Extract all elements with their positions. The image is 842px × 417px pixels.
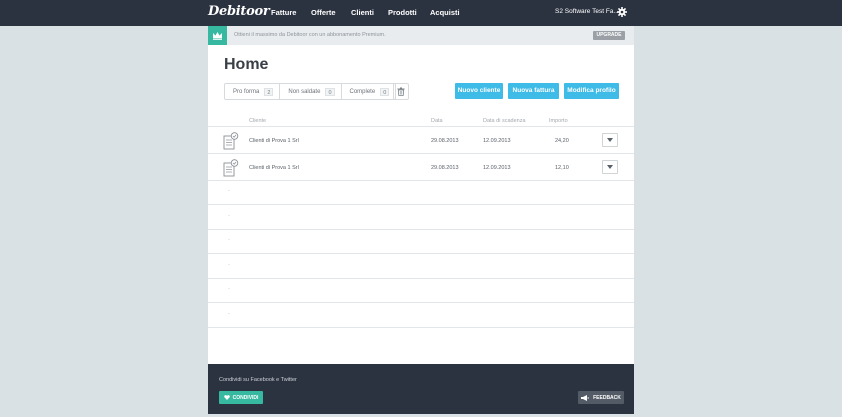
nav-item-expenses[interactable]: Acquisti: [430, 8, 460, 17]
filter-count-badge: 2: [264, 87, 274, 96]
empty-placeholder: -: [228, 188, 230, 194]
cell-customer: Clienti di Prova 1 Srl: [249, 165, 299, 171]
row-options-dropdown[interactable]: [602, 133, 618, 147]
feedback-button[interactable]: FEEDBACK: [578, 391, 624, 404]
table-header: Cliente Data Data di scadenza Importo: [208, 116, 634, 127]
nav-item-customers[interactable]: Clienti: [351, 8, 374, 17]
empty-row: -: [208, 304, 634, 328]
gear-icon[interactable]: [617, 7, 627, 17]
top-navbar: Debitoor Fatture Offerte Clienti Prodott…: [0, 0, 842, 26]
heart-icon: [223, 395, 230, 400]
megaphone-icon: [581, 394, 590, 401]
filter-label: Pro forma: [233, 88, 260, 95]
trash-button[interactable]: [393, 83, 409, 100]
crown-icon: [208, 26, 227, 45]
cell-amount: 24,20: [555, 138, 569, 144]
filter-count-badge: 0: [380, 87, 390, 96]
nav-item-invoices[interactable]: Fatture: [271, 8, 296, 17]
column-header-amount[interactable]: Importo: [549, 118, 568, 124]
filter-pro-forma[interactable]: Pro forma 2: [225, 84, 279, 99]
nav-item-quotes[interactable]: Offerte: [311, 8, 336, 17]
empty-row: -: [208, 279, 634, 303]
promo-text: Ottieni il massimo da Debitoor con un ab…: [234, 32, 386, 38]
page-title: Home: [224, 56, 269, 73]
empty-placeholder: -: [228, 262, 230, 268]
filter-count-badge: 0: [325, 87, 335, 96]
app-logo[interactable]: Debitoor: [208, 4, 270, 19]
filter-label: Non saldate: [288, 88, 321, 95]
table-row[interactable]: Clienti di Prova 1 Srl 29.08.2013 12.09.…: [208, 127, 634, 154]
filter-complete[interactable]: Complete 0: [340, 84, 396, 99]
column-header-due-date[interactable]: Data di scadenza: [483, 118, 526, 124]
nav-item-products[interactable]: Prodotti: [388, 8, 417, 17]
row-options-dropdown[interactable]: [602, 160, 618, 174]
empty-placeholder: -: [228, 311, 230, 317]
empty-placeholder: -: [228, 286, 230, 292]
invoice-document-icon: [223, 132, 239, 150]
share-text: Condividi su Facebook e Twitter: [219, 377, 297, 383]
caret-down-icon: [607, 138, 613, 142]
new-invoice-button[interactable]: Nuova fattura: [508, 83, 559, 99]
empty-placeholder: -: [228, 237, 230, 243]
invoice-document-icon: [223, 159, 239, 177]
cell-customer: Clienti di Prova 1 Srl: [249, 138, 299, 144]
company-name[interactable]: S2 Software Test Fa...: [555, 8, 619, 15]
filter-label: Complete: [349, 88, 376, 95]
main-panel: Ottieni il massimo da Debitoor con un ab…: [208, 26, 634, 364]
new-customer-button[interactable]: Nuovo cliente: [455, 83, 503, 99]
caret-down-icon: [607, 165, 613, 169]
status-filter-group: Pro forma 2 Non saldate 0 Complete 0: [224, 83, 397, 100]
column-header-customer[interactable]: Cliente: [249, 118, 266, 124]
cell-amount: 12,10: [555, 165, 569, 171]
column-header-date[interactable]: Data: [431, 118, 443, 124]
empty-row: -: [208, 206, 634, 230]
premium-promo-banner: Ottieni il massimo da Debitoor con un ab…: [208, 26, 634, 45]
filter-unpaid[interactable]: Non saldate 0: [279, 84, 340, 99]
share-button-label: CONDIVIDI: [232, 394, 259, 401]
share-button[interactable]: CONDIVIDI: [219, 391, 263, 404]
empty-row: -: [208, 181, 634, 205]
footer: Condividi su Facebook e Twitter CONDIVID…: [208, 364, 634, 414]
empty-row: -: [208, 255, 634, 279]
cell-due-date: 12.09.2013: [483, 138, 511, 144]
table-row[interactable]: Clienti di Prova 1 Srl 29.08.2013 12.09.…: [208, 154, 634, 181]
cell-due-date: 12.09.2013: [483, 165, 511, 171]
cell-date: 29.08.2013: [431, 138, 459, 144]
upgrade-button[interactable]: UPGRADE: [593, 31, 625, 40]
cell-date: 29.08.2013: [431, 165, 459, 171]
empty-row: -: [208, 230, 634, 254]
empty-placeholder: -: [228, 213, 230, 219]
feedback-button-label: FEEDBACK: [593, 394, 621, 401]
edit-profile-button[interactable]: Modifica profilo: [564, 83, 619, 99]
trash-icon: [397, 87, 405, 96]
